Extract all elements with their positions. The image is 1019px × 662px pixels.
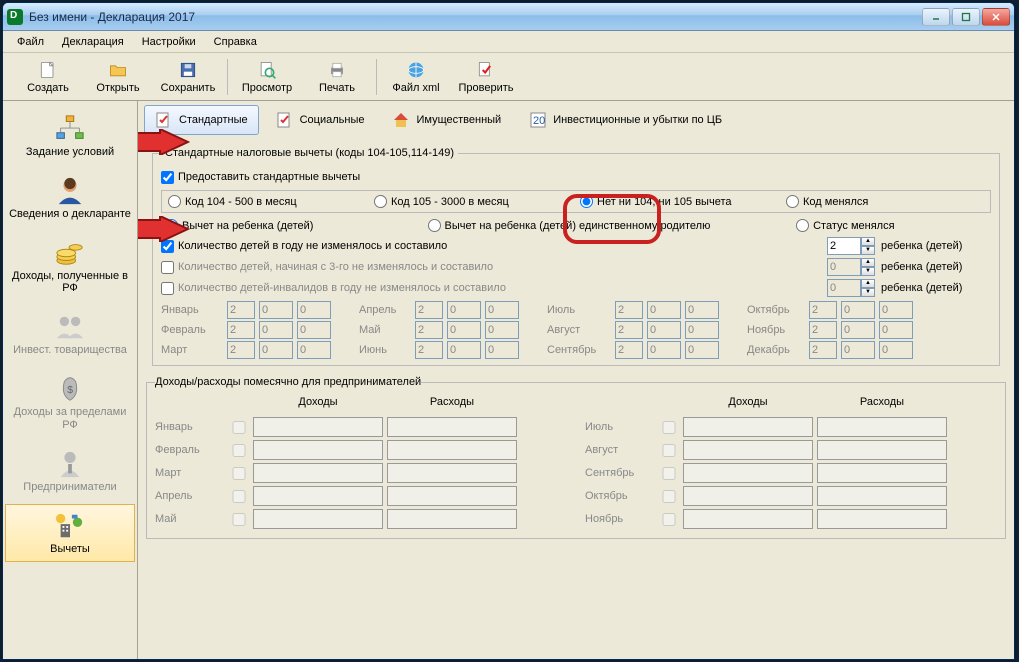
label-jul: Июль (547, 304, 611, 316)
tree-icon (54, 114, 86, 144)
toolbar: Создать Открыть Сохранить Просмотр Печат… (3, 53, 1014, 101)
group-legend: Стандартные налоговые вычеты (коды 104-1… (161, 147, 458, 159)
person-icon (54, 176, 86, 206)
label-oct: Октябрь (747, 304, 805, 316)
house-icon (392, 111, 410, 129)
children-disabled-input (827, 279, 861, 297)
print-button[interactable]: Печать (302, 56, 372, 98)
doc-red-icon (276, 111, 294, 129)
xml-button[interactable]: Файл xml (381, 56, 451, 98)
annotation-arrow-2 (138, 216, 190, 242)
radio-code104[interactable]: Код 104 - 500 в месяц (168, 195, 366, 208)
income-legend: Доходы/расходы помесячно для предпринима… (155, 376, 421, 388)
people-icon (54, 312, 86, 342)
suffix-children1: ребенка (детей) (881, 240, 991, 252)
minimize-button[interactable] (922, 8, 950, 26)
radio-child[interactable]: Вычет на ребенка (детей) (165, 219, 420, 232)
menu-settings[interactable]: Настройки (134, 34, 204, 50)
sidebar-item-conditions[interactable]: Задание условий (5, 107, 135, 165)
sidebar-item-entrepreneurs: Предприниматели (5, 442, 135, 500)
doc-check-icon (155, 111, 173, 129)
cb-children-from3[interactable]: Количество детей, начиная с 3-го не изме… (161, 261, 493, 274)
col-expense-right: Расходы (817, 396, 947, 408)
group-monthly-income: Доходы/расходы помесячно для предпринима… (146, 376, 1006, 539)
label-apr: Апрель (359, 304, 411, 316)
window-title: Без имени - Декларация 2017 (29, 10, 922, 24)
label-sep: Сентябрь (547, 344, 611, 356)
new-icon (38, 60, 58, 80)
label-jan: Январь (161, 304, 223, 316)
open-button[interactable]: Открыть (83, 56, 153, 98)
xml-icon (406, 60, 426, 80)
sidebar: Задание условий Сведения о декларанте До… (3, 101, 138, 659)
close-button[interactable] (982, 8, 1010, 26)
main-panel: Стандартные Социальные Имущественный 20И… (138, 101, 1014, 659)
svg-text:20: 20 (533, 115, 545, 127)
print-icon (327, 60, 347, 80)
chart-icon: 20 (529, 111, 547, 129)
sidebar-item-declarant[interactable]: Сведения о декларанте (5, 169, 135, 227)
months-grid: Январь Апрель Июль Октябрь Февраль Май А… (161, 301, 991, 359)
radio-status-changed[interactable]: Статус менялся (796, 219, 987, 232)
menu-help[interactable]: Справка (206, 34, 265, 50)
menu-declaration[interactable]: Декларация (54, 34, 132, 50)
children-count-input[interactable] (827, 237, 861, 255)
maximize-button[interactable] (952, 8, 980, 26)
label-aug: Август (547, 324, 611, 336)
svg-text:$: $ (67, 385, 73, 396)
col-income-left: Доходы (253, 396, 383, 408)
label-jun: Июнь (359, 344, 411, 356)
group-standard-deductions: Стандартные налоговые вычеты (коды 104-1… (152, 147, 1000, 366)
save-button[interactable]: Сохранить (153, 56, 223, 98)
sidebar-item-income-rf[interactable]: Доходы, полученные в РФ (5, 231, 135, 301)
sidebar-item-deductions[interactable]: Вычеты (5, 504, 135, 562)
label-feb: Февраль (161, 324, 223, 336)
annotation-arrow-1 (138, 129, 190, 155)
check-icon (476, 60, 496, 80)
cb-provide[interactable]: Предоставить стандартные вычеты (161, 171, 360, 184)
tab-invest[interactable]: 20Инвестиционные и убытки по ЦБ (518, 105, 733, 135)
radio-code105[interactable]: Код 105 - 3000 в месяц (374, 195, 572, 208)
children-from3-input (827, 258, 861, 276)
annotation-circle (563, 194, 661, 244)
spin-up-down[interactable]: ▲▼ (861, 237, 875, 255)
create-button[interactable]: Создать (13, 56, 83, 98)
app-window: Без имени - Декларация 2017 Файл Деклара… (2, 2, 1015, 660)
cb-children-disabled[interactable]: Количество детей-инвалидов в году не изм… (161, 282, 506, 295)
label-dec: Декабрь (747, 344, 805, 356)
titlebar: Без имени - Декларация 2017 (3, 3, 1014, 31)
preview-button[interactable]: Просмотр (232, 56, 302, 98)
businessman-icon (54, 449, 86, 479)
deductions-icon (54, 511, 86, 541)
tabbar: Стандартные Социальные Имущественный 20И… (138, 101, 1014, 139)
coins-icon (54, 238, 86, 268)
tab-social[interactable]: Социальные (265, 105, 376, 135)
menu-file[interactable]: Файл (9, 34, 52, 50)
label-nov: Ноябрь (747, 324, 805, 336)
label-may: Май (359, 324, 411, 336)
menubar: Файл Декларация Настройки Справка (3, 31, 1014, 53)
radio-changed[interactable]: Код менялся (786, 195, 984, 208)
check-button[interactable]: Проверить (451, 56, 521, 98)
save-icon (178, 60, 198, 80)
sidebar-item-invest: Инвест. товарищества (5, 305, 135, 363)
preview-icon (257, 60, 277, 80)
bag-icon: $ (54, 374, 86, 404)
label-mar: Март (161, 344, 223, 356)
cb-children-count[interactable]: Количество детей в году не изменялось и … (161, 240, 447, 253)
app-icon (7, 9, 23, 25)
open-icon (108, 60, 128, 80)
col-expense-left: Расходы (387, 396, 517, 408)
sidebar-item-foreign: $Доходы за пределами РФ (5, 367, 135, 437)
tab-property[interactable]: Имущественный (381, 105, 512, 135)
suffix-children2: ребенка (детей) (881, 261, 991, 273)
suffix-children3: ребенка (детей) (881, 282, 991, 294)
col-income-right: Доходы (683, 396, 813, 408)
